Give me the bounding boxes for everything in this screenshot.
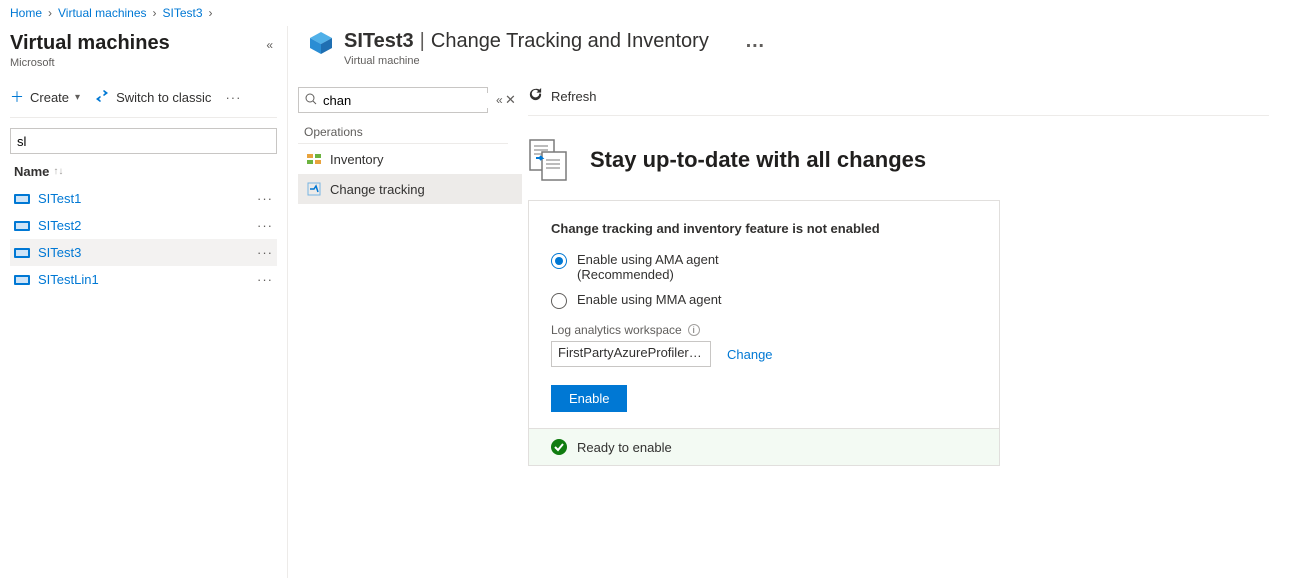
chevron-right-icon: › — [209, 6, 213, 20]
enable-button[interactable]: Enable — [551, 385, 627, 412]
chevron-down-icon: ▾ — [75, 92, 80, 103]
page-more-icon[interactable]: … — [745, 30, 767, 53]
chevron-right-icon: › — [153, 6, 157, 20]
vm-list-toolbar: ＋ Create ▾ Switch to classic ··· — [10, 81, 277, 118]
radio-icon — [551, 293, 567, 309]
info-icon[interactable]: i — [688, 324, 700, 336]
change-workspace-link[interactable]: Change — [727, 347, 773, 362]
collapse-panel-icon[interactable]: « — [266, 38, 277, 52]
row-more-icon[interactable]: ··· — [257, 218, 273, 233]
vm-name: SITestLin1 — [38, 272, 99, 287]
inventory-icon — [306, 151, 322, 167]
vm-filter-input[interactable] — [10, 128, 277, 154]
nav-item-label: Change tracking — [330, 182, 425, 197]
resource-type: Virtual machine — [344, 55, 767, 67]
card-title: Change tracking and inventory feature is… — [551, 221, 977, 236]
vm-icon — [14, 273, 30, 287]
vm-name: SITest2 — [38, 218, 81, 233]
collapse-menu-icon[interactable]: « — [496, 93, 503, 107]
vm-row-sitest3[interactable]: SITest3 ··· — [10, 239, 277, 266]
refresh-icon — [528, 87, 543, 105]
changes-doc-icon — [528, 138, 568, 182]
radio-ama-label: Enable using AMA agent — [577, 252, 719, 267]
workspace-label: Log analytics workspace i — [551, 323, 977, 337]
radio-mma-label: Enable using MMA agent — [577, 292, 722, 307]
radio-icon — [551, 253, 567, 269]
vm-list-panel: Virtual machines Microsoft « ＋ Create ▾ … — [0, 26, 288, 578]
vm-row-sitest1[interactable]: SITest1 ··· — [10, 185, 277, 212]
switch-classic-label: Switch to classic — [116, 90, 211, 105]
more-actions-icon[interactable]: ··· — [225, 90, 241, 105]
vm-icon — [14, 246, 30, 260]
resource-menu-search[interactable]: ✕ — [298, 87, 488, 113]
vm-list-title: Virtual machines — [10, 32, 170, 55]
nav-item-change-tracking[interactable]: Change tracking — [298, 174, 522, 204]
change-tracking-icon — [306, 181, 322, 197]
nav-item-label: Inventory — [330, 152, 383, 167]
plus-icon: ＋ — [10, 87, 24, 107]
vm-name: SITest1 — [38, 191, 81, 206]
success-check-icon — [551, 439, 567, 455]
title-separator: | — [420, 30, 425, 53]
vm-icon — [14, 192, 30, 206]
radio-ama[interactable]: Enable using AMA agent (Recommended) — [551, 252, 977, 282]
breadcrumb: Home › Virtual machines › SITest3 › — [0, 0, 1289, 26]
page-title-feature: Change Tracking and Inventory — [431, 30, 709, 53]
vm-list-subtitle: Microsoft — [10, 57, 170, 69]
vm-icon — [14, 219, 30, 233]
stay-title: Stay up-to-date with all changes — [590, 147, 926, 173]
enable-card: Change tracking and inventory feature is… — [528, 200, 1000, 466]
nav-group-operations: Operations — [298, 113, 508, 144]
refresh-button[interactable]: Refresh — [528, 87, 597, 105]
clear-search-icon[interactable]: ✕ — [505, 92, 516, 108]
refresh-label: Refresh — [551, 89, 597, 104]
create-button[interactable]: ＋ Create ▾ — [10, 87, 80, 107]
radio-mma[interactable]: Enable using MMA agent — [551, 292, 977, 309]
row-more-icon[interactable]: ··· — [257, 191, 273, 206]
resource-menu: ✕ « Operations Inventory Change tracking — [288, 77, 528, 578]
create-label: Create — [30, 90, 69, 105]
vm-cube-icon — [308, 30, 334, 56]
radio-ama-sublabel: (Recommended) — [577, 267, 719, 282]
workspace-field[interactable]: FirstPartyAzureProfilerIn... — [551, 341, 711, 367]
column-header-name[interactable]: Name ↑↓ — [10, 154, 277, 185]
row-more-icon[interactable]: ··· — [257, 272, 273, 287]
main-toolbar: Refresh — [528, 77, 1269, 116]
breadcrumb-vms[interactable]: Virtual machines — [58, 6, 147, 20]
vm-row-sitest2[interactable]: SITest2 ··· — [10, 212, 277, 239]
row-more-icon[interactable]: ··· — [257, 245, 273, 260]
main-content: Refresh Stay up-to-date with all changes… — [528, 77, 1289, 578]
breadcrumb-home[interactable]: Home — [10, 6, 42, 20]
status-text: Ready to enable — [577, 440, 672, 455]
vm-name: SITest3 — [38, 245, 81, 260]
nav-item-inventory[interactable]: Inventory — [298, 144, 522, 174]
page-header: SITest3 | Change Tracking and Inventory … — [288, 26, 1289, 77]
breadcrumb-vm[interactable]: SITest3 — [163, 6, 203, 20]
vm-row-sitestlin1[interactable]: SITestLin1 ··· — [10, 266, 277, 293]
swap-icon — [94, 89, 110, 106]
status-band: Ready to enable — [529, 428, 999, 465]
resource-menu-search-input[interactable] — [323, 93, 499, 108]
search-icon — [305, 93, 317, 108]
chevron-right-icon: › — [48, 6, 52, 20]
sort-asc-icon: ↑↓ — [53, 166, 63, 177]
page-title-vm: SITest3 — [344, 30, 414, 53]
switch-classic-button[interactable]: Switch to classic — [94, 89, 211, 106]
